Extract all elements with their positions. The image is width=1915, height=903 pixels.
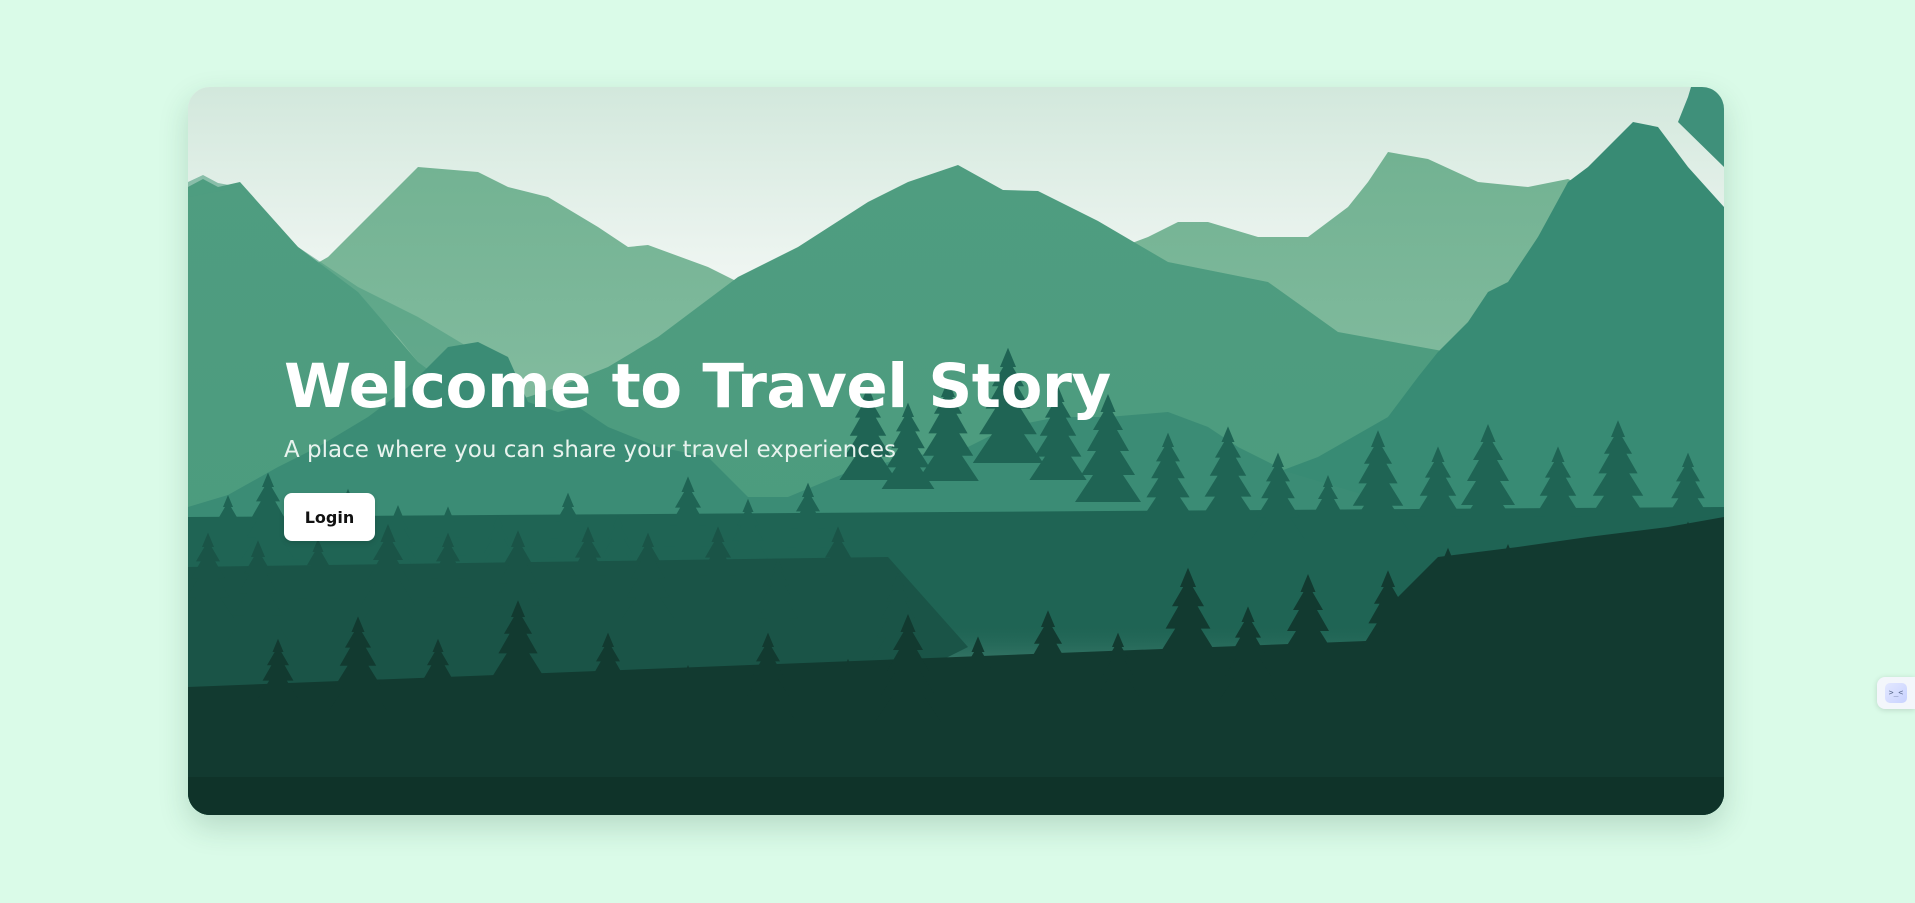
hero-subtitle: A place where you can share your travel … xyxy=(284,437,896,463)
assistant-widget[interactable]: >_< xyxy=(1877,677,1915,709)
assistant-face-icon: >_< xyxy=(1885,683,1907,703)
hero-content: Welcome to Travel Story A place where yo… xyxy=(284,345,1184,541)
hero-title: Welcome to Travel Story xyxy=(284,351,1111,422)
login-button[interactable]: Login xyxy=(284,493,375,541)
hero-card: Welcome to Travel Story A place where yo… xyxy=(188,87,1724,815)
